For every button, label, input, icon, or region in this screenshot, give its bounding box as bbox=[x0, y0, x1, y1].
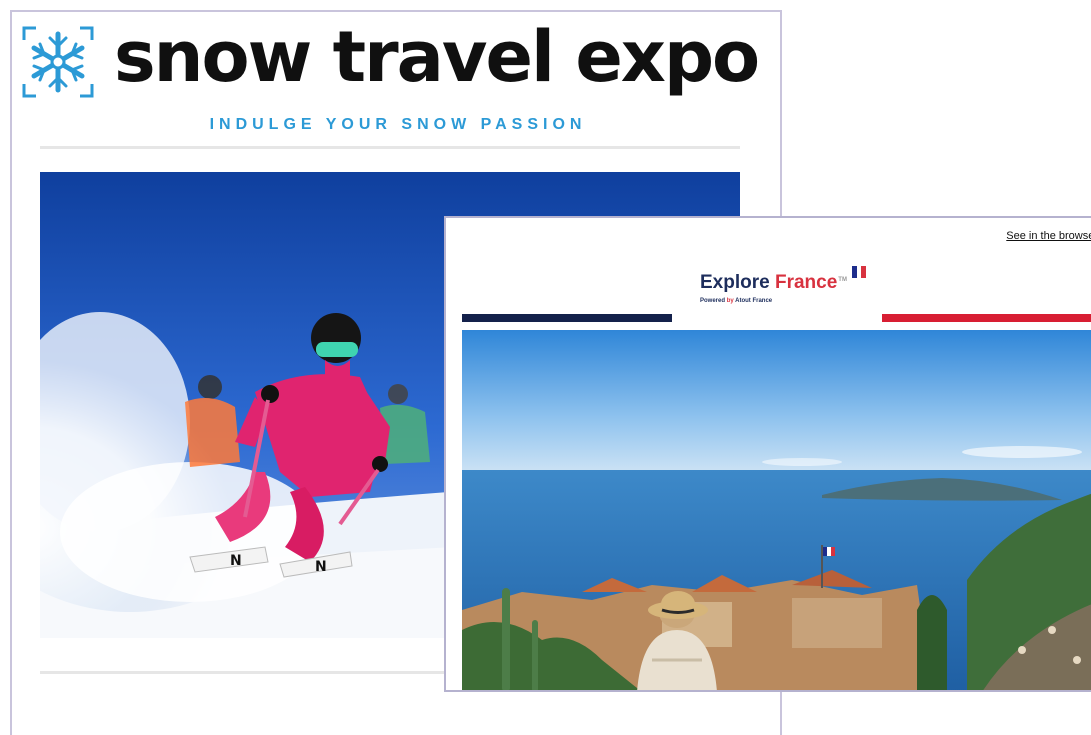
powered-name: Atout France bbox=[735, 298, 773, 304]
red-accent-bar bbox=[882, 314, 1091, 322]
navy-accent-bar bbox=[462, 314, 672, 322]
french-flag-icon bbox=[852, 266, 867, 278]
brand-word-explore: Explore bbox=[700, 272, 775, 293]
snow-brand-title: snow travel expo bbox=[114, 16, 760, 98]
trademark-mark: TM bbox=[838, 276, 847, 283]
divider bbox=[40, 146, 740, 149]
svg-text:N: N bbox=[315, 559, 327, 575]
explore-france-logo[interactable]: Explore FranceTM Powered by Atout France bbox=[690, 256, 870, 326]
powered-by-tagline: Powered by Atout France bbox=[700, 298, 772, 304]
riviera-hero-image[interactable] bbox=[462, 330, 1091, 692]
svg-text:N: N bbox=[230, 553, 242, 569]
see-in-browser-link[interactable]: See in the browser bbox=[1006, 230, 1091, 242]
powered-by: by bbox=[726, 298, 736, 304]
snow-logo[interactable]: snow travel expo bbox=[18, 16, 778, 102]
france-email-card: See in the browser Explore FranceTM Powe… bbox=[444, 216, 1091, 692]
brand-word-france: France bbox=[774, 272, 838, 293]
snow-tagline: INDULGE YOUR SNOW PASSION bbox=[209, 116, 587, 133]
powered-prefix: Powered bbox=[700, 298, 727, 304]
snowflake-icon bbox=[22, 26, 94, 98]
france-brand-title: Explore FranceTM bbox=[700, 272, 847, 294]
